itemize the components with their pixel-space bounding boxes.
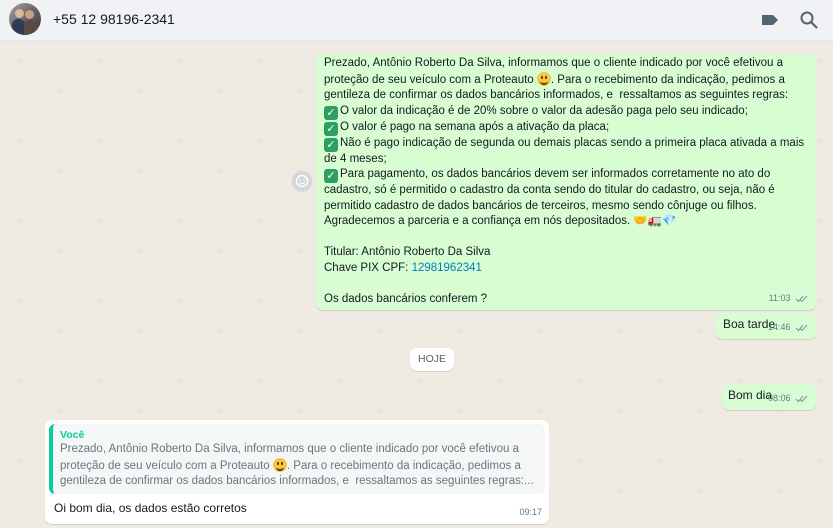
day-separator: HOJE <box>410 348 454 371</box>
outgoing-message[interactable]: Prezado, Antônio Roberto Da Silva, infor… <box>316 54 816 310</box>
message-time: 11:03 <box>768 292 791 303</box>
label-icon[interactable] <box>760 10 780 30</box>
message-text: Oi bom dia, os dados estão corretos <box>54 501 247 515</box>
pix-key-link[interactable]: 12981962341 <box>412 262 482 274</box>
contact-avatar[interactable] <box>9 3 41 35</box>
message-time: 14:46 <box>767 321 791 332</box>
smiley-icon <box>295 174 309 188</box>
message-meta: 14:46 <box>768 320 808 336</box>
quote-author: Você <box>60 429 85 441</box>
read-ticks-icon <box>795 295 808 302</box>
handshake-emoji: 🤝 <box>633 215 648 227</box>
quoted-message[interactable]: Você Prezado, Antônio Roberto Da Silva, … <box>49 424 545 494</box>
read-ticks-icon <box>795 324 808 331</box>
check-mark-icon: ✓ <box>324 137 338 152</box>
read-ticks-icon <box>795 395 808 402</box>
check-mark-icon: ✓ <box>324 169 338 183</box>
message-text: Prezado, Antônio Roberto Da Silva, infor… <box>324 57 808 305</box>
incoming-message[interactable]: Você Prezado, Antônio Roberto Da Silva, … <box>45 420 549 524</box>
emoji-reaction-button[interactable] <box>292 171 312 191</box>
smiling-face-emoji <box>536 71 551 86</box>
outgoing-message[interactable]: Bom dia 08:06 <box>722 384 816 410</box>
quote-text: Prezado, Antônio Roberto Da Silva, infor… <box>60 443 534 487</box>
check-mark-icon: ✓ <box>324 121 338 136</box>
diamond-emoji: 💎 <box>662 215 677 227</box>
message-time: 09:17 <box>519 506 542 517</box>
contact-name[interactable]: +55 12 98196-2341 <box>53 11 175 27</box>
outgoing-message[interactable]: Boa tarde 14:46 <box>715 313 816 339</box>
search-icon[interactable] <box>799 10 819 30</box>
truck-emoji: 🚛 <box>647 215 663 227</box>
message-time: 08:06 <box>767 392 791 403</box>
smiling-face-emoji <box>272 457 287 472</box>
check-mark-icon: ✓ <box>324 105 338 120</box>
chat-header: +55 12 98196-2341 <box>0 0 833 41</box>
message-meta: 11:03 <box>769 291 808 307</box>
message-text: Bom dia <box>728 388 773 402</box>
message-meta: 08:06 <box>768 391 808 407</box>
